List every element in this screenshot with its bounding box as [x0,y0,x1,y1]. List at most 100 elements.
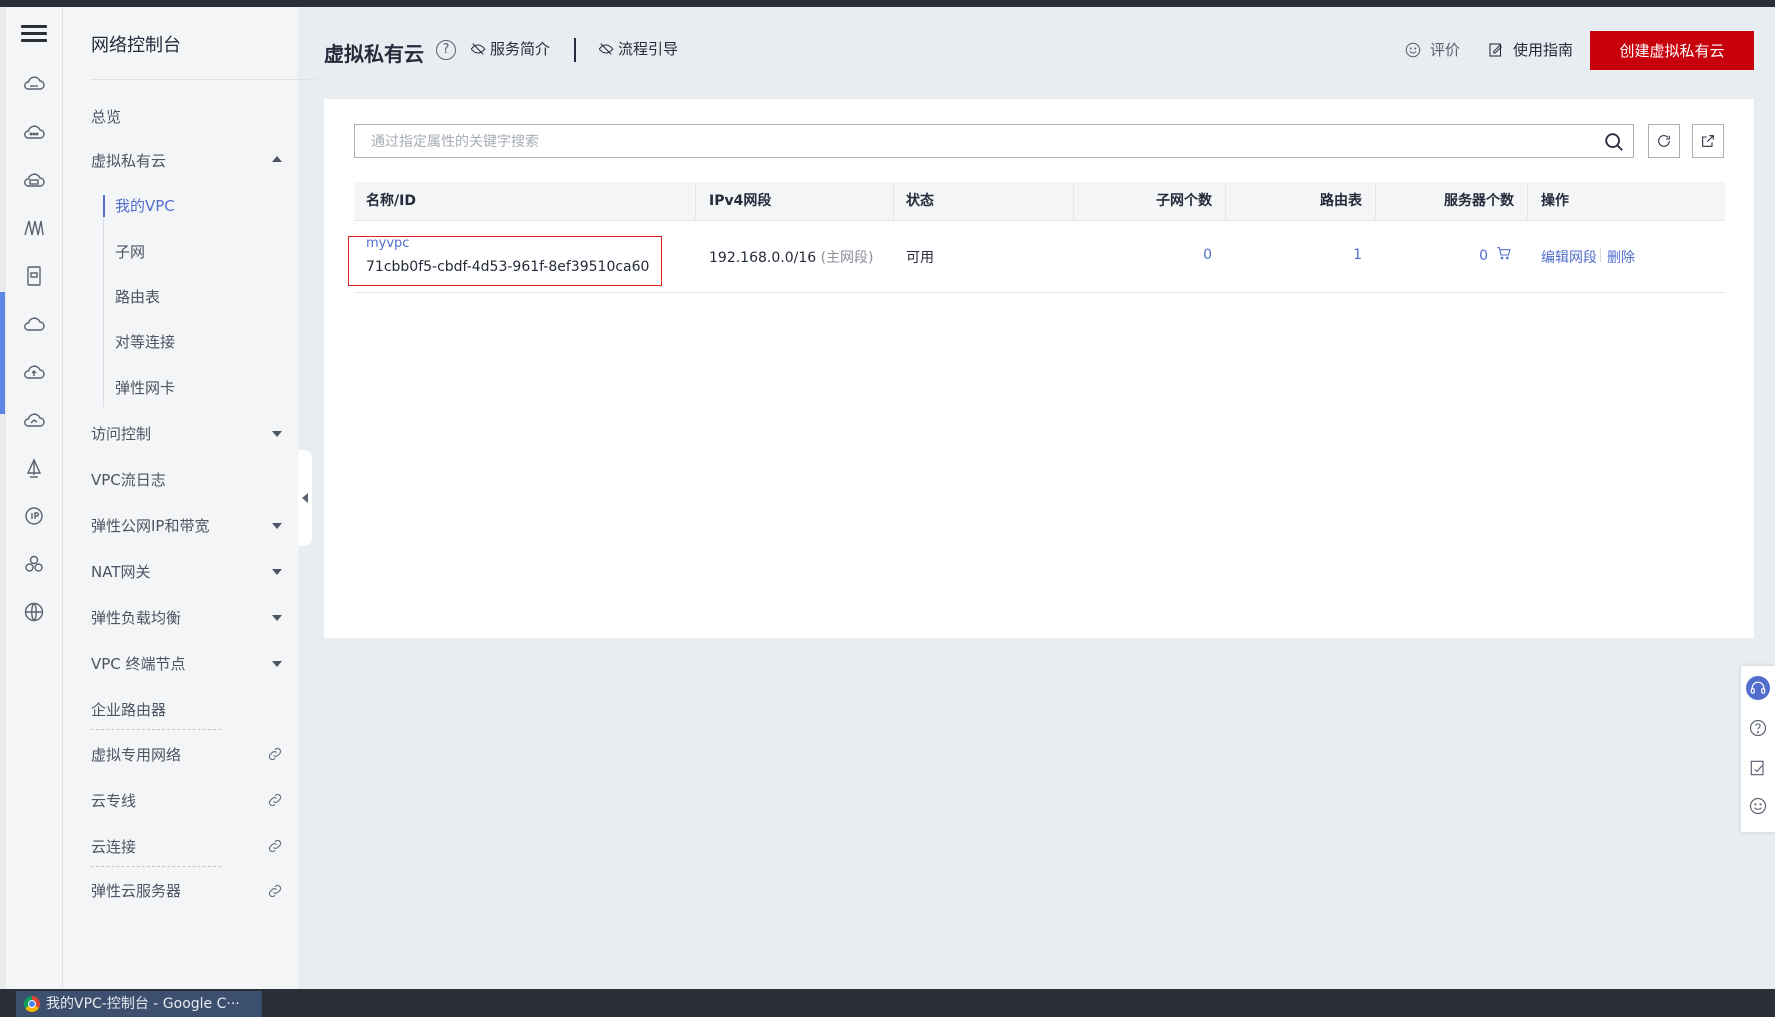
col-actions: 操作 [1541,193,1569,209]
eye-off-icon [470,42,486,55]
divider [91,866,221,867]
chrome-icon [24,996,40,1012]
cloud-storage-icon[interactable] [20,166,48,194]
sidebar-item-route-table[interactable]: 路由表 [115,286,160,307]
rate-link[interactable]: 评价 [1404,39,1460,60]
sidebar-item-my-vpc[interactable]: 我的VPC [115,195,175,216]
divider [695,182,696,220]
route-table-count-link[interactable]: 1 [1226,247,1362,263]
refresh-icon [1658,135,1670,147]
refresh-button[interactable] [1648,124,1680,158]
edit-cidr-link[interactable]: 编辑网段 [1541,247,1597,267]
ipv4-note: (主网段) [820,250,874,266]
chevron-down-icon[interactable] [272,523,282,529]
sidebar: 网络控制台 总览 虚拟私有云 我的VPC 子网 路由表 对等连接 弹性网卡 访问… [63,7,316,989]
sidebar-item-ecs[interactable]: 弹性云服务器 [91,880,181,901]
export-icon [1702,135,1714,147]
sidebar-item-vpc[interactable]: 虚拟私有云 [91,150,166,171]
sidebar-item-eip[interactable]: 弹性公网IP和带宽 [91,515,209,536]
search-icon[interactable] [1603,131,1625,153]
cloud-upload-icon[interactable] [20,358,48,386]
rate-label: 评价 [1430,41,1461,59]
external-link-icon[interactable] [266,837,284,855]
chevron-up-icon[interactable] [272,156,282,162]
window-top-bar [0,0,1775,7]
external-link-icon[interactable] [266,882,284,900]
divider [91,79,316,80]
sidebar-title: 网络控制台 [91,35,181,56]
globe-icon[interactable] [20,598,48,626]
vpc-name-link[interactable]: myvpc [366,236,409,251]
feedback-icon[interactable] [1746,756,1770,780]
col-subnets[interactable]: 子网个数 [1074,182,1212,220]
eye-off-icon [598,42,614,55]
storage-device-icon[interactable] [20,262,48,290]
smiley-icon[interactable] [1746,794,1770,818]
page-title: 虚拟私有云 [324,42,424,66]
ipv4-cidr: 192.168.0.0/16 [709,250,817,266]
usage-guide-label: 使用指南 [1513,41,1574,59]
usage-guide-link[interactable]: 使用指南 [1487,39,1573,60]
smiley-icon [1405,42,1421,57]
sidebar-item-vpn[interactable]: 虚拟专用网络 [91,744,181,765]
sidebar-item-enterprise-router[interactable]: 企业路由器 [91,699,166,720]
sidebar-collapse-button[interactable] [298,450,312,546]
process-guide-link[interactable]: 流程引导 [598,38,678,59]
sidebar-item-peering[interactable]: 对等连接 [115,331,175,352]
help-circle-icon[interactable] [1746,716,1770,740]
cloud-dots-icon[interactable] [20,118,48,146]
chevron-left-icon [302,493,308,503]
export-button[interactable] [1692,124,1724,158]
external-link-icon[interactable] [266,791,284,809]
subnet-count-link[interactable]: 0 [1074,247,1212,263]
sidebar-item-direct-connect[interactable]: 云专线 [91,790,136,811]
os-taskbar: 我的VPC-控制台 - Google C··· [0,989,1775,1017]
service-intro-label: 服务简介 [490,40,551,58]
vpc-list-panel: 名称/ID IPv4网段 状态 子网个数 路由表 服务器个数 操作 myvpc … [324,99,1754,638]
menu-icon[interactable] [21,21,47,47]
service-intro-link[interactable]: 服务简介 [470,38,550,59]
search-input[interactable] [369,125,1573,159]
cloud-server-icon[interactable] [20,70,48,98]
cart-icon[interactable] [1496,245,1512,265]
sidebar-item-access-control[interactable]: 访问控制 [91,423,151,444]
taskbar-window-item[interactable]: 我的VPC-控制台 - Google C··· [16,991,262,1017]
chevron-down-icon[interactable] [272,431,282,437]
server-count-link[interactable]: 0 [1376,248,1488,264]
create-vpc-button[interactable]: 创建虚拟私有云 [1590,31,1754,70]
col-route-tables[interactable]: 路由表 [1226,182,1362,220]
cloud-icon[interactable] [20,310,48,338]
sidebar-item-eni[interactable]: 弹性网卡 [115,377,175,398]
divider [1600,248,1601,262]
col-servers[interactable]: 服务器个数 [1376,182,1514,220]
col-ipv4[interactable]: IPv4网段 [709,182,771,220]
sidebar-item-flow-log[interactable]: VPC流日志 [91,469,166,490]
search-bar [354,124,1634,159]
sidebar-item-cloud-connect[interactable]: 云连接 [91,836,136,857]
ipv4-cell: 192.168.0.0/16 (主网段) [709,247,874,267]
col-status[interactable]: 状态 [906,182,934,220]
delete-link[interactable]: 删除 [1607,247,1635,267]
cloud-monitor-icon[interactable] [20,406,48,434]
table-row: myvpc 71cbb0f5-cbdf-4d53-961f-8ef39510ca… [348,221,1725,293]
process-guide-label: 流程引导 [618,40,679,58]
sidebar-item-subnet[interactable]: 子网 [115,241,145,262]
divider [893,182,894,220]
help-icon[interactable]: ? [436,40,456,60]
col-name-id[interactable]: 名称/ID [366,182,416,220]
submenu-line [103,197,104,407]
cluster-icon[interactable] [20,550,48,578]
sidebar-item-nat[interactable]: NAT网关 [91,561,150,582]
headset-icon[interactable] [1746,676,1770,700]
chevron-down-icon[interactable] [272,615,282,621]
chevron-down-icon[interactable] [272,569,282,575]
sidebar-item-vpcep[interactable]: VPC 终端节点 [91,653,186,674]
network-icon[interactable] [20,214,48,242]
divider [574,38,576,62]
chevron-down-icon[interactable] [272,661,282,667]
ip-icon[interactable] [20,502,48,530]
sail-icon[interactable] [20,454,48,482]
sidebar-item-overview[interactable]: 总览 [91,106,121,127]
sidebar-item-elb[interactable]: 弹性负载均衡 [91,607,181,628]
external-link-icon[interactable] [266,745,284,763]
